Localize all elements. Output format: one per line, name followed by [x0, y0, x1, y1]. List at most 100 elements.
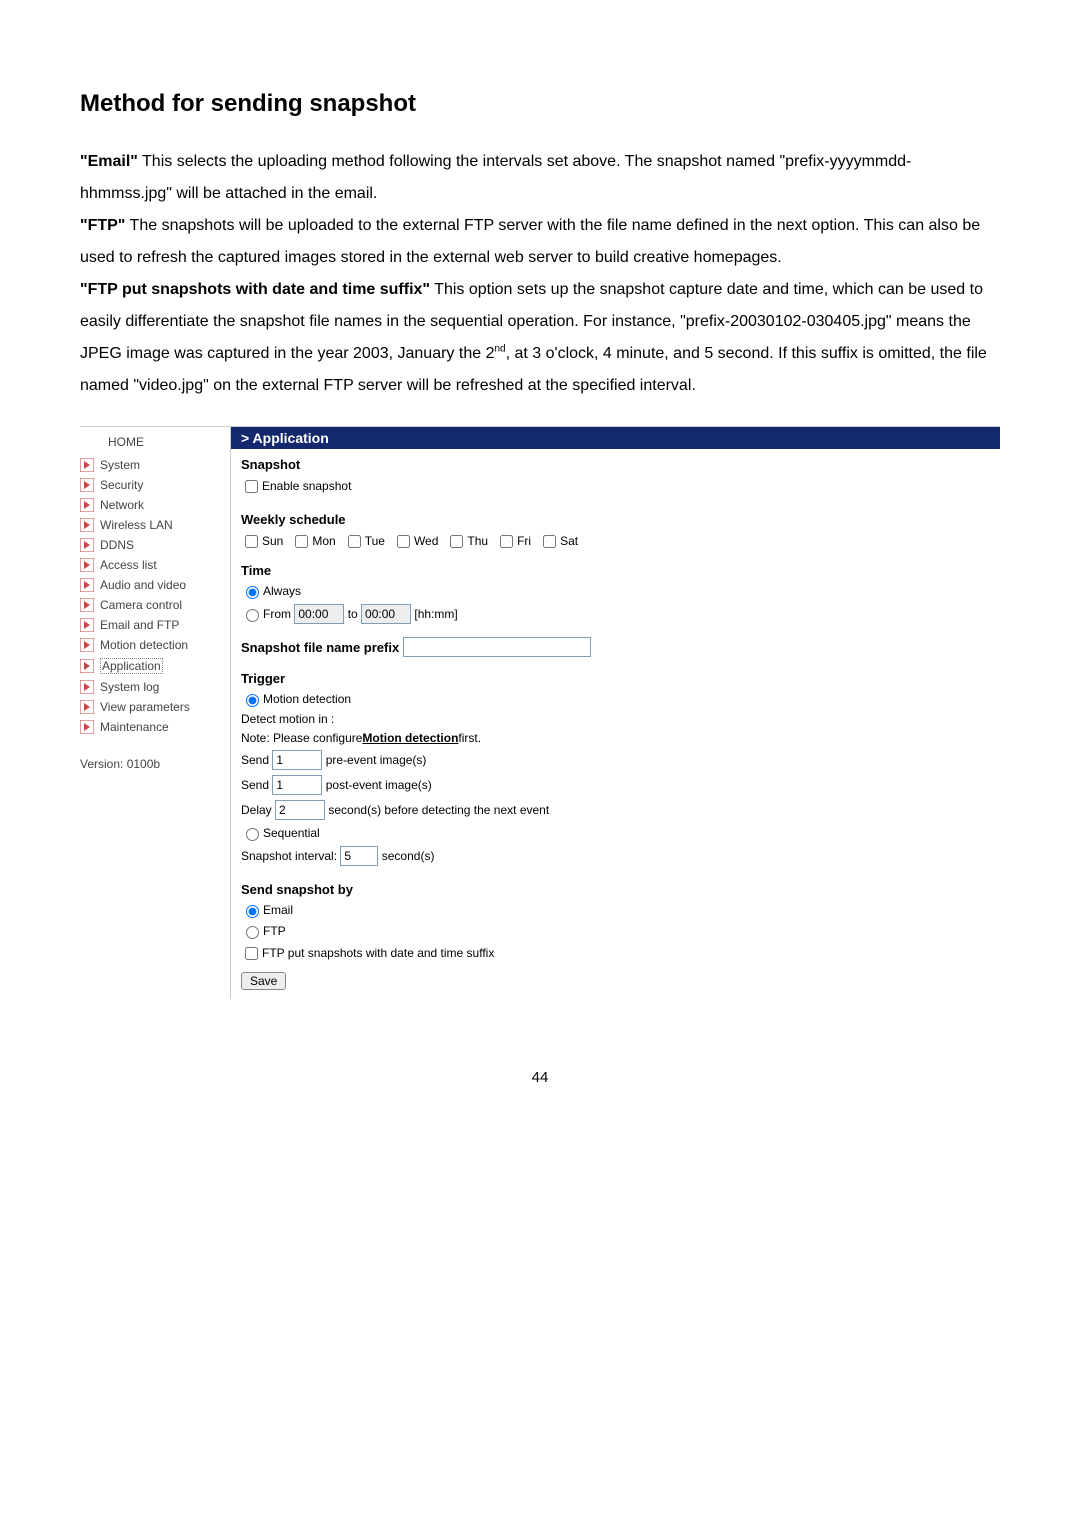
interval-label: Snapshot interval:	[241, 849, 337, 863]
doc-body: "Email" This selects the uploading metho…	[80, 146, 1000, 402]
sidebar-item-label: Wireless LAN	[100, 518, 173, 532]
sidebar-item-label: Email and FTP	[100, 618, 179, 632]
arrow-icon	[80, 598, 94, 612]
post-event-label: post-event image(s)	[326, 778, 432, 792]
sidebar-item-ddns[interactable]: DDNS	[80, 535, 230, 555]
day-mon-label: Mon	[312, 534, 335, 548]
hhmm-label: [hh:mm]	[414, 607, 457, 621]
arrow-icon	[80, 659, 94, 673]
sidebar-item-email-and-ftp[interactable]: Email and FTP	[80, 615, 230, 635]
page-number: 44	[80, 1069, 1000, 1086]
day-thu-checkbox[interactable]	[450, 535, 463, 548]
version-label: Version: 0100b	[80, 737, 230, 771]
sidebar-item-maintenance[interactable]: Maintenance	[80, 717, 230, 737]
text-ftp: The snapshots will be uploaded to the ex…	[80, 217, 980, 266]
day-mon-checkbox[interactable]	[295, 535, 308, 548]
to-input[interactable]	[361, 604, 411, 624]
sidebar-item-application[interactable]: Application	[80, 655, 230, 677]
day-fri-label: Fri	[517, 534, 531, 548]
label-suffix: "FTP put snapshots with date and time su…	[80, 281, 430, 298]
arrow-icon	[80, 720, 94, 734]
pre-event-input[interactable]	[272, 750, 322, 770]
sendby-heading: Send snapshot by	[241, 882, 990, 897]
sidebar-item-label: Camera control	[100, 598, 182, 612]
enable-snapshot-label: Enable snapshot	[262, 479, 351, 493]
sendby-email-radio[interactable]	[246, 905, 259, 918]
save-button[interactable]: Save	[241, 972, 286, 990]
ftp-suffix-label: FTP put snapshots with date and time suf…	[262, 946, 494, 960]
delay-label: Delay	[241, 803, 272, 817]
interval-input[interactable]	[340, 846, 378, 866]
trigger-motion-radio[interactable]	[246, 694, 259, 707]
arrow-icon	[80, 558, 94, 572]
ftp-suffix-checkbox[interactable]	[245, 947, 258, 960]
sidebar-item-audio-and-video[interactable]: Audio and video	[80, 575, 230, 595]
from-label: From	[263, 607, 291, 621]
send-label-2: Send	[241, 778, 269, 792]
day-fri-checkbox[interactable]	[500, 535, 513, 548]
sidebar: HOME System Security Network Wireless LAN DD…	[80, 427, 230, 999]
text-suffix-sup: nd	[494, 344, 505, 355]
label-email: "Email"	[80, 153, 138, 170]
note-a: Note: Please configure	[241, 731, 362, 745]
sidebar-item-system[interactable]: System	[80, 455, 230, 475]
post-event-input[interactable]	[272, 775, 322, 795]
sidebar-item-camera-control[interactable]: Camera control	[80, 595, 230, 615]
sidebar-item-access-list[interactable]: Access list	[80, 555, 230, 575]
nav-home[interactable]: HOME	[80, 429, 230, 455]
day-sat-label: Sat	[560, 534, 578, 548]
prefix-input[interactable]	[403, 637, 591, 657]
delay-text: second(s) before detecting the next even…	[328, 803, 549, 817]
text-email: This selects the uploading method follow…	[80, 153, 911, 202]
sidebar-item-view-parameters[interactable]: View parameters	[80, 697, 230, 717]
sidebar-item-label: System log	[100, 680, 159, 694]
day-tue-checkbox[interactable]	[348, 535, 361, 548]
to-label: to	[348, 607, 358, 621]
sidebar-item-system-log[interactable]: System log	[80, 677, 230, 697]
label-ftp: "FTP"	[80, 217, 125, 234]
from-input[interactable]	[294, 604, 344, 624]
day-wed-checkbox[interactable]	[397, 535, 410, 548]
trigger-sequential-radio[interactable]	[246, 828, 259, 841]
pre-event-label: pre-event image(s)	[326, 753, 427, 767]
arrow-icon	[80, 458, 94, 472]
trigger-sequential-label: Sequential	[263, 826, 320, 840]
sidebar-item-label: Maintenance	[100, 720, 169, 734]
send-label: Send	[241, 753, 269, 767]
day-tue-label: Tue	[365, 534, 385, 548]
time-range-radio[interactable]	[246, 609, 259, 622]
sidebar-item-motion-detection[interactable]: Motion detection	[80, 635, 230, 655]
sendby-ftp-radio[interactable]	[246, 926, 259, 939]
day-thu-label: Thu	[467, 534, 488, 548]
interval-unit: second(s)	[382, 849, 435, 863]
note-b: first.	[458, 731, 481, 745]
sidebar-item-label: Application	[100, 658, 163, 674]
arrow-icon	[80, 578, 94, 592]
delay-input[interactable]	[275, 800, 325, 820]
time-always-radio[interactable]	[246, 586, 259, 599]
arrow-icon	[80, 538, 94, 552]
sidebar-item-label: Network	[100, 498, 144, 512]
arrow-icon	[80, 478, 94, 492]
day-sun-label: Sun	[262, 534, 283, 548]
sidebar-item-wireless-lan[interactable]: Wireless LAN	[80, 515, 230, 535]
arrow-icon	[80, 680, 94, 694]
trigger-heading: Trigger	[241, 671, 990, 686]
sidebar-item-label: View parameters	[100, 700, 190, 714]
weekly-heading: Weekly schedule	[241, 512, 990, 527]
sidebar-item-label: System	[100, 458, 140, 472]
sidebar-item-security[interactable]: Security	[80, 475, 230, 495]
day-sat-checkbox[interactable]	[543, 535, 556, 548]
snapshot-heading: Snapshot	[241, 457, 990, 472]
sendby-email-label: Email	[263, 903, 293, 917]
sidebar-item-network[interactable]: Network	[80, 495, 230, 515]
enable-snapshot-checkbox[interactable]	[245, 480, 258, 493]
day-sun-checkbox[interactable]	[245, 535, 258, 548]
motion-detection-link[interactable]: Motion detection	[362, 731, 458, 745]
arrow-icon	[80, 518, 94, 532]
time-always-label: Always	[263, 584, 301, 598]
arrow-icon	[80, 498, 94, 512]
arrow-icon	[80, 638, 94, 652]
sidebar-item-label: Security	[100, 478, 143, 492]
arrow-icon	[80, 700, 94, 714]
